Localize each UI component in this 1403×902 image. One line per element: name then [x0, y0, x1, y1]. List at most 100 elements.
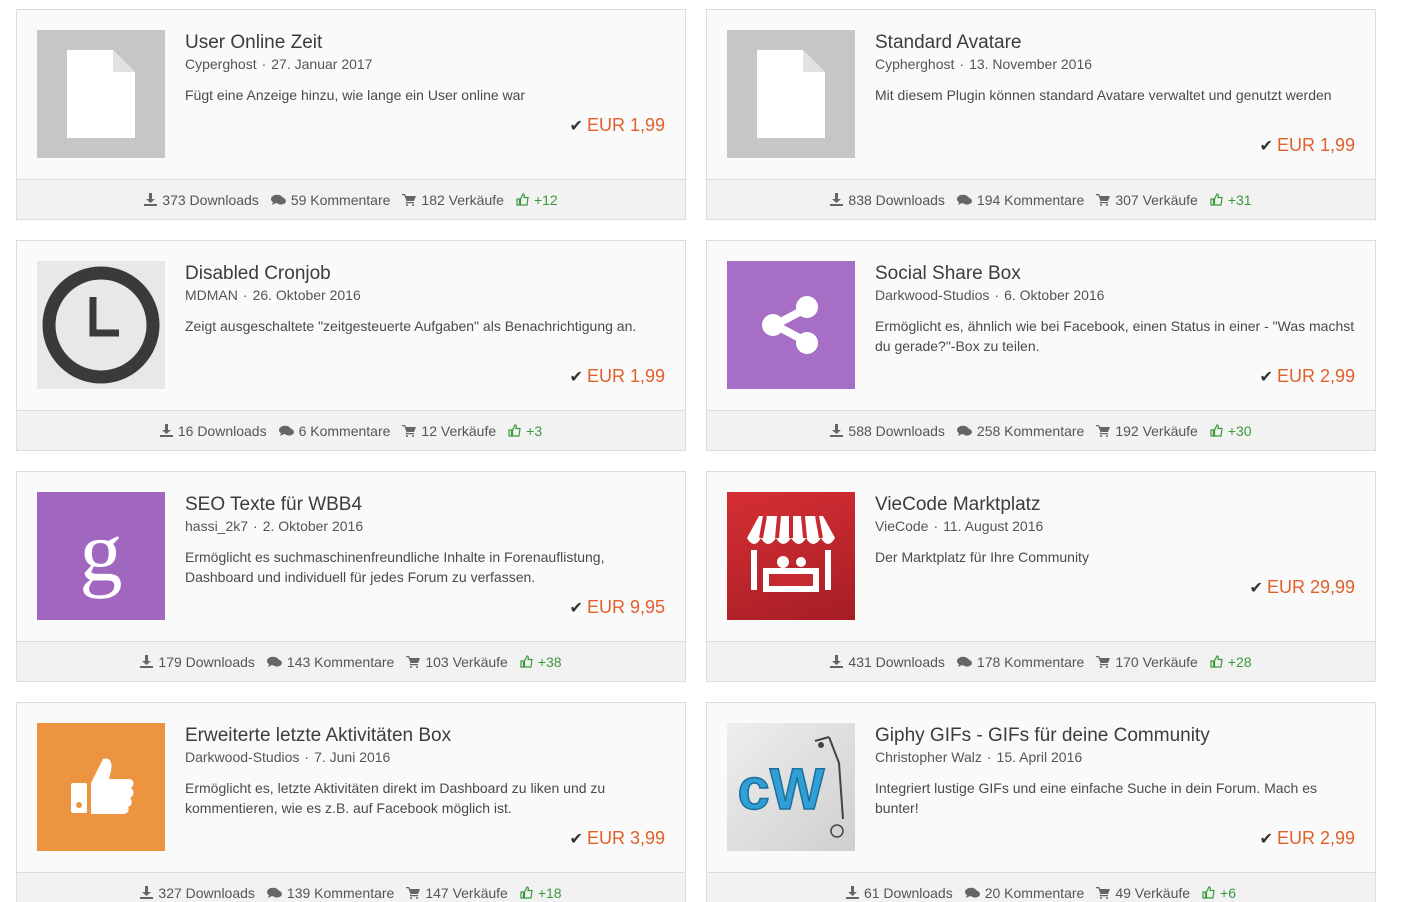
author-link[interactable]: Cyperghost — [185, 56, 257, 72]
check-icon: ✔ — [1259, 138, 1273, 155]
document-placeholder-icon[interactable] — [37, 30, 165, 158]
comments-icon — [956, 656, 972, 667]
author-link[interactable]: VieCode — [875, 518, 928, 534]
product-meta: Christopher Walz · 15. April 2016 — [875, 749, 1083, 765]
comments-stat: 258 Kommentare — [956, 423, 1084, 439]
price: ✔ EUR 2,99 — [1259, 828, 1355, 848]
cart-icon — [1096, 193, 1111, 206]
price: ✔ EUR 1,99 — [1259, 135, 1355, 155]
cw-logo-icon[interactable]: cW — [727, 723, 855, 851]
product-title[interactable]: Erweiterte letzte Aktivitäten Box — [185, 725, 451, 747]
g-letter: g — [80, 503, 123, 599]
date: 26. Oktober 2016 — [252, 287, 361, 303]
product-card[interactable]: Social Share Box Darkwood-Studios · 6. Okt… — [706, 240, 1376, 451]
thumbs-up-outline-icon — [516, 193, 529, 206]
product-description: Integriert lustige GIFs und eine einfach… — [875, 780, 1318, 816]
product-card[interactable]: cW Giphy GIFs - GIFs für deine Community… — [706, 702, 1376, 902]
likes-stat[interactable]: +6 — [1202, 885, 1236, 901]
product-title[interactable]: User Online Zeit — [185, 32, 322, 54]
product-description: Ermöglicht es suchmaschinenfreundliche I… — [185, 549, 605, 585]
author-link[interactable]: Christopher Walz — [875, 749, 982, 765]
card-body: g SEO Texte für WBB4 hassi_2k7 · 2. Oktobe… — [17, 472, 685, 641]
google-g-icon[interactable]: g — [37, 492, 165, 620]
likes-stat[interactable]: +3 — [508, 423, 542, 439]
cw-letters: cW — [738, 757, 825, 822]
card-body: Standard Avatare Cypherghost · 13. Novembe… — [707, 10, 1375, 179]
sales-stat: 170 Verkäufe — [1096, 654, 1198, 670]
download-icon — [845, 886, 859, 899]
date: 11. August 2016 — [943, 518, 1044, 534]
download-icon — [144, 193, 158, 206]
download-icon — [140, 655, 154, 668]
sales-stat: 12 Verkäufe — [402, 423, 496, 439]
price: ✔ EUR 9,95 — [569, 597, 665, 617]
author-link[interactable]: hassi_2k7 — [185, 518, 248, 534]
author-link[interactable]: Darkwood-Studios — [185, 749, 299, 765]
product-meta: Cypherghost · 13. November 2016 — [875, 56, 1093, 72]
price: ✔ EUR 2,99 — [1259, 366, 1355, 386]
downloads-stat: 838 Downloads — [830, 192, 945, 208]
sales-stat: 147 Verkäufe — [406, 885, 508, 901]
card-body: VieCode Marktplatz VieCode · 11. August 20… — [707, 472, 1375, 641]
product-card[interactable]: VieCode Marktplatz VieCode · 11. August 20… — [706, 471, 1376, 682]
document-placeholder-icon[interactable] — [727, 30, 855, 158]
likes-stat[interactable]: +30 — [1210, 423, 1252, 439]
check-icon: ✔ — [1259, 369, 1273, 386]
comments-stat: 143 Kommentare — [266, 654, 394, 670]
product-card[interactable]: Erweiterte letzte Aktivitäten Box Darkwo… — [16, 702, 686, 902]
check-icon: ✔ — [569, 600, 583, 617]
product-meta: Cyperghost · 27. Januar 2017 — [185, 56, 373, 72]
product-card[interactable]: Standard Avatare Cypherghost · 13. Novembe… — [706, 9, 1376, 220]
date: 13. November 2016 — [969, 56, 1093, 72]
check-icon: ✔ — [1259, 831, 1273, 848]
downloads-stat: 61 Downloads — [845, 885, 953, 901]
product-title[interactable]: Giphy GIFs - GIFs für deine Community — [875, 725, 1210, 747]
likes-stat[interactable]: +38 — [520, 654, 562, 670]
product-title[interactable]: Disabled Cronjob — [185, 263, 331, 285]
product-meta: VieCode · 11. August 2016 — [875, 518, 1044, 534]
comments-stat: 194 Kommentare — [956, 192, 1084, 208]
comments-icon — [278, 425, 294, 436]
share-icon[interactable] — [727, 261, 855, 389]
thumbs-up-outline-icon — [520, 655, 533, 668]
comments-icon — [270, 194, 286, 205]
product-title[interactable]: Social Share Box — [875, 263, 1021, 285]
card-body: User Online Zeit Cyperghost · 27. Januar 2… — [17, 10, 685, 179]
downloads-stat: 327 Downloads — [140, 885, 255, 901]
likes-stat[interactable]: +12 — [516, 192, 558, 208]
product-title[interactable]: Standard Avatare — [875, 32, 1021, 54]
price: ✔ EUR 1,99 — [569, 115, 665, 135]
product-card[interactable]: g SEO Texte für WBB4 hassi_2k7 · 2. Oktobe… — [16, 471, 686, 682]
author-link[interactable]: Cypherghost — [875, 56, 954, 72]
market-stall-icon[interactable] — [727, 492, 855, 620]
card-body: cW Giphy GIFs - GIFs für deine Community… — [707, 703, 1375, 872]
thumbs-up-outline-icon — [1210, 655, 1223, 668]
comments-stat: 139 Kommentare — [266, 885, 394, 901]
clock-icon[interactable] — [37, 261, 165, 389]
likes-stat[interactable]: +31 — [1210, 192, 1252, 208]
comments-stat: 59 Kommentare — [270, 192, 390, 208]
thumbs-up-outline-icon — [520, 886, 533, 899]
date: 15. April 2016 — [996, 749, 1083, 765]
likes-stat[interactable]: +28 — [1210, 654, 1252, 670]
check-icon: ✔ — [569, 118, 583, 135]
product-card[interactable]: Disabled Cronjob MDMAN · 26. Oktober 2016 … — [16, 240, 686, 451]
card-stats: 327 Downloads 139 Kommentare 147 Verkäuf… — [17, 872, 685, 902]
likes-stat[interactable]: +18 — [520, 885, 562, 901]
check-icon: ✔ — [1249, 580, 1263, 597]
comments-icon — [956, 194, 972, 205]
cart-icon — [1096, 655, 1111, 668]
author-link[interactable]: Darkwood-Studios — [875, 287, 989, 303]
downloads-stat: 16 Downloads — [159, 423, 267, 439]
sales-stat: 49 Verkäufe — [1096, 885, 1190, 901]
thumbs-up-outline-icon — [508, 424, 521, 437]
product-meta: Darkwood-Studios · 6. Oktober 2016 — [875, 287, 1105, 303]
download-icon — [830, 193, 844, 206]
card-stats: 373 Downloads 59 Kommentare 182 Verkäufe… — [17, 179, 685, 219]
product-title[interactable]: SEO Texte für WBB4 — [185, 494, 362, 516]
product-title[interactable]: VieCode Marktplatz — [875, 494, 1040, 516]
product-meta: hassi_2k7 · 2. Oktober 2016 — [185, 518, 364, 534]
thumbs-up-icon[interactable] — [37, 723, 165, 851]
author-link[interactable]: MDMAN — [185, 287, 238, 303]
product-card[interactable]: User Online Zeit Cyperghost · 27. Januar 2… — [16, 9, 686, 220]
